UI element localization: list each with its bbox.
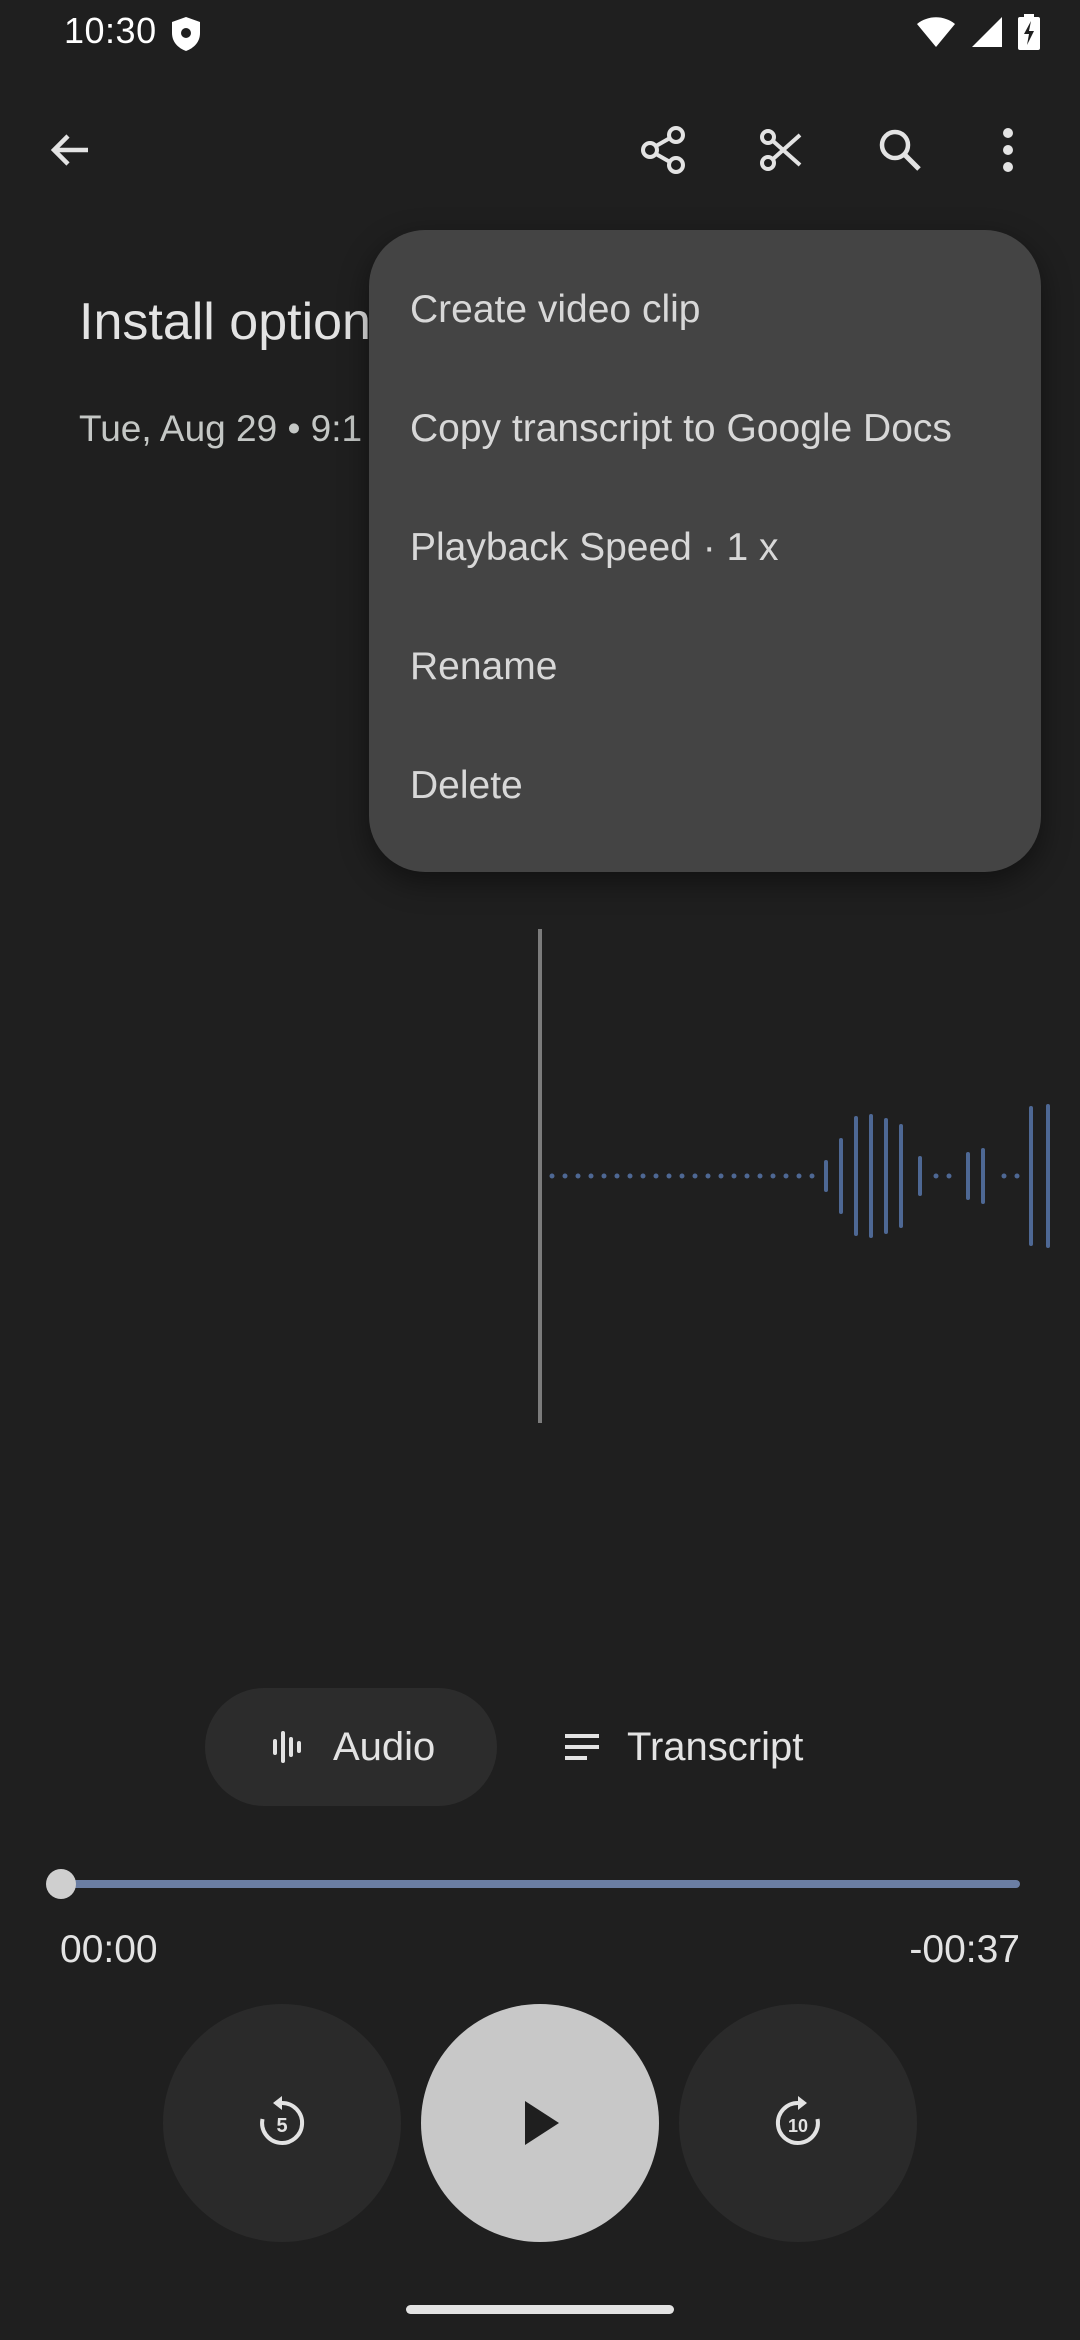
search-button[interactable] — [860, 110, 940, 190]
shield-icon — [170, 16, 202, 52]
transcript-lines-icon — [563, 1732, 601, 1762]
overflow-menu: Create video clip Copy transcript to Goo… — [369, 230, 1041, 872]
home-indicator[interactable] — [406, 2305, 674, 2314]
status-bar: 10:30 — [0, 0, 1080, 66]
play-button[interactable] — [421, 2004, 659, 2242]
cell-signal-icon — [970, 15, 1004, 54]
recording-date: Tue, Aug 29 • 9:1 — [79, 408, 363, 449]
tab-transcript[interactable]: Transcript — [525, 1688, 865, 1806]
replay-5-icon: 5 — [260, 2096, 305, 2145]
view-tabs: Audio Transcript — [205, 1688, 875, 1806]
forward-10-icon: 10 — [775, 2096, 820, 2145]
audio-waveform-icon — [271, 1729, 307, 1765]
wifi-icon — [916, 15, 956, 54]
status-icons — [916, 14, 1040, 55]
menu-item-delete[interactable]: Delete — [410, 764, 523, 808]
trim-button[interactable] — [741, 110, 821, 190]
seek-thumb[interactable] — [46, 1869, 76, 1899]
tab-audio-label: Audio — [333, 1724, 436, 1769]
search-icon — [879, 129, 921, 171]
scissors-icon — [760, 129, 802, 171]
menu-item-copy-transcript[interactable]: Copy transcript to Google Docs — [410, 407, 952, 451]
forward-10-button[interactable]: 10 — [679, 2004, 917, 2242]
tab-audio[interactable]: Audio — [205, 1688, 497, 1806]
seek-bar[interactable] — [60, 1880, 1020, 1888]
recording-title: Install option — [79, 293, 371, 351]
more-vert-icon — [1003, 128, 1013, 172]
menu-item-rename[interactable]: Rename — [410, 645, 557, 689]
app-bar — [0, 110, 1080, 190]
playhead[interactable] — [538, 929, 542, 1423]
back-button[interactable] — [30, 110, 110, 190]
svg-text:10: 10 — [788, 2116, 808, 2136]
remaining-time: -00:37 — [909, 1928, 1020, 1971]
elapsed-time: 00:00 — [60, 1928, 158, 1971]
rewind-5-button[interactable]: 5 — [163, 2004, 401, 2242]
arrow-back-icon — [50, 134, 88, 166]
menu-item-playback-speed[interactable]: Playback Speed · 1 x — [410, 526, 779, 570]
play-icon — [525, 2101, 559, 2145]
tab-transcript-label: Transcript — [627, 1724, 804, 1769]
status-time: 10:30 — [64, 10, 157, 51]
svg-text:5: 5 — [276, 2115, 287, 2137]
more-options-button[interactable] — [968, 110, 1048, 190]
battery-charging-icon — [1018, 14, 1040, 55]
share-icon — [641, 126, 685, 174]
menu-item-create-video-clip[interactable]: Create video clip — [410, 288, 700, 332]
waveform-dots — [549, 1173, 1020, 1179]
share-button[interactable] — [623, 110, 703, 190]
